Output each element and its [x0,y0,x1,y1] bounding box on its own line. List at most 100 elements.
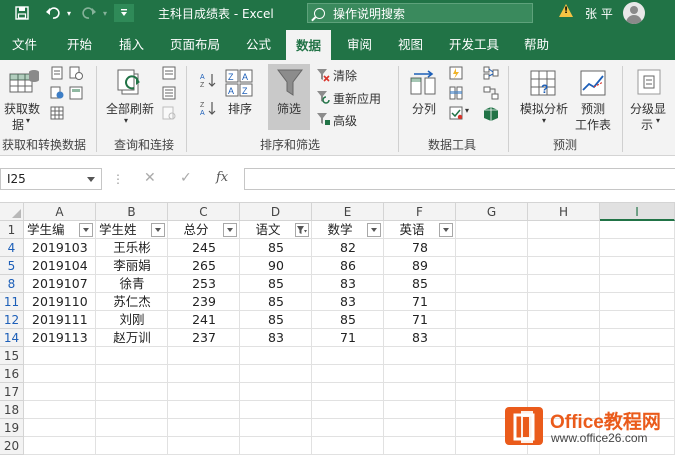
from-table-icon[interactable] [50,106,64,120]
table-cell[interactable]: 85 [240,239,312,257]
outline-icon[interactable] [636,68,662,96]
row-header[interactable]: 8 [0,275,24,293]
outline-label2[interactable]: 示 [641,116,653,133]
table-cell[interactable]: 83 [312,275,384,293]
text-to-columns-label[interactable]: 分列 [412,100,436,117]
cancel-entry-icon[interactable]: ✕ [144,170,156,186]
filter-label[interactable]: 筛选 [277,100,301,117]
sort-label[interactable]: 排序 [228,100,252,117]
avatar[interactable] [623,2,645,24]
forecast-sheet-icon[interactable] [578,68,608,98]
tell-me-search[interactable]: 操作说明搜索 [307,3,533,23]
table-cell[interactable]: 71 [384,293,456,311]
row-header[interactable]: 12 [0,311,24,329]
refresh-all-dropdown-icon[interactable]: ▾ [124,116,128,125]
user-name[interactable]: 张 平 [585,5,613,22]
header-cell[interactable]: 英语 [387,221,437,239]
from-web-icon[interactable] [50,86,64,100]
table-cell[interactable]: 85 [240,311,312,329]
filter-applied-icon[interactable] [295,223,309,237]
table-cell[interactable]: 85 [240,275,312,293]
header-cell[interactable]: 数学 [315,221,365,239]
table-cell[interactable]: 82 [312,239,384,257]
row-header[interactable]: 11 [0,293,24,311]
column-header-d[interactable]: D [240,203,312,221]
properties-icon[interactable] [162,86,176,100]
column-header-c[interactable]: C [168,203,240,221]
filter-dropdown-icon[interactable] [439,223,453,237]
get-data-dropdown-icon[interactable]: ▾ [26,116,30,125]
outline-label[interactable]: 分级显 [630,100,666,117]
data-validation-dropdown-icon[interactable]: ▾ [465,106,469,115]
advanced-filter-icon[interactable] [316,112,330,126]
what-if-analysis-icon[interactable]: ? [528,68,558,98]
tab-help[interactable]: 帮助 [524,34,549,53]
tab-review[interactable]: 审阅 [347,34,372,53]
table-cell[interactable]: 85 [240,293,312,311]
filter-dropdown-icon[interactable] [79,223,93,237]
tab-page-layout[interactable]: 页面布局 [170,34,220,53]
confirm-entry-icon[interactable]: ✓ [180,170,192,186]
header-cell[interactable]: 学生编 [27,221,77,239]
tab-view[interactable]: 视图 [398,34,423,53]
refresh-all-label[interactable]: 全部刷新 [106,100,154,117]
recent-sources-icon[interactable] [69,66,83,80]
queries-connections-icon[interactable] [162,66,176,80]
column-header-e[interactable]: E [312,203,384,221]
table-cell[interactable]: 265 [168,257,240,275]
get-data-icon[interactable] [8,66,40,96]
reapply-icon[interactable] [316,90,330,104]
forecast-sheet-label[interactable]: 预测 [581,100,605,117]
header-cell[interactable]: 语文 [243,221,293,239]
select-all-button[interactable] [0,203,24,221]
filter-dropdown-icon[interactable] [367,223,381,237]
column-header-b[interactable]: B [96,203,168,221]
row-header[interactable]: 14 [0,329,24,347]
formula-input[interactable] [244,168,675,190]
name-box[interactable]: I25 [0,168,102,190]
consolidate-icon[interactable] [483,66,499,80]
column-header-h[interactable]: H [528,203,600,221]
table-cell[interactable]: 刘刚 [96,311,168,329]
undo-icon[interactable] [44,4,62,22]
table-cell[interactable]: 78 [384,239,456,257]
table-cell[interactable]: 239 [168,293,240,311]
table-cell[interactable]: 2019107 [24,275,96,293]
undo-dropdown-icon[interactable]: ▾ [64,4,74,22]
filter-icon[interactable] [276,68,304,98]
get-data-label[interactable]: 获取数 [4,100,40,117]
tab-file[interactable]: 文件 [12,34,37,53]
warning-icon[interactable]: ! [559,4,573,17]
text-to-columns-icon[interactable] [408,68,438,98]
refresh-all-icon[interactable] [114,68,144,98]
column-header-a[interactable]: A [24,203,96,221]
row-header[interactable]: 18 [0,401,24,419]
filter-dropdown-icon[interactable] [223,223,237,237]
existing-connections-icon[interactable] [69,86,83,100]
table-cell[interactable]: 237 [168,329,240,347]
table-cell[interactable]: 253 [168,275,240,293]
table-cell[interactable]: 89 [384,257,456,275]
table-cell[interactable]: 245 [168,239,240,257]
table-cell[interactable]: 71 [312,329,384,347]
row-header[interactable]: 15 [0,347,24,365]
what-if-label[interactable]: 模拟分析 [520,100,568,117]
tab-data[interactable]: 数据 [286,30,332,60]
forecast-sheet-label2[interactable]: 工作表 [575,116,611,133]
row-header[interactable]: 17 [0,383,24,401]
data-validation-icon[interactable] [449,106,463,120]
tab-formulas[interactable]: 公式 [246,34,271,53]
redo-dropdown-icon[interactable]: ▾ [100,4,110,22]
relationships-icon[interactable] [483,86,499,100]
outline-dropdown-icon[interactable]: ▾ [656,116,660,125]
redo-icon[interactable] [80,4,98,22]
what-if-dropdown-icon[interactable]: ▾ [542,116,546,125]
table-cell[interactable]: 83 [312,293,384,311]
row-header[interactable]: 5 [0,257,24,275]
table-cell[interactable]: 2019104 [24,257,96,275]
table-cell[interactable]: 徐青 [96,275,168,293]
table-cell[interactable]: 71 [384,311,456,329]
reapply-label[interactable]: 重新应用 [333,90,381,107]
table-cell[interactable]: 苏仁杰 [96,293,168,311]
name-box-dropdown-icon[interactable] [87,177,95,182]
